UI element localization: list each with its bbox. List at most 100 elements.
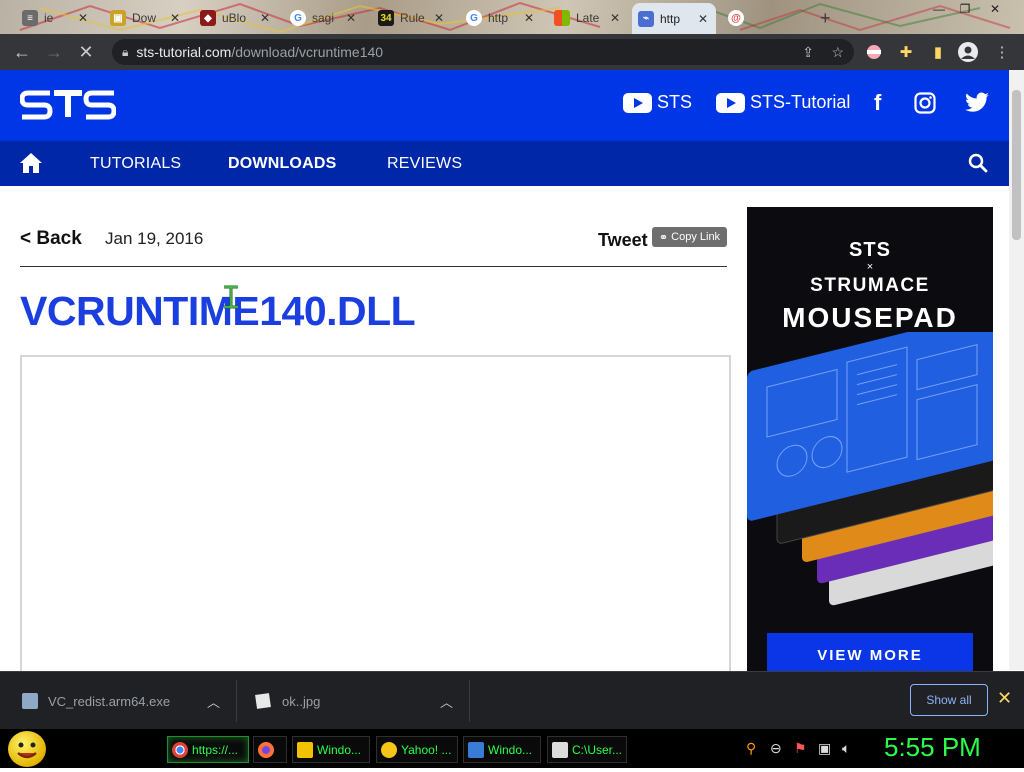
mousepad-image [747,332,993,606]
tab-strip: ≡ ie ✕ ▣ Dow ✕ ◆ uBlo ✕ G sagi ✕ 34 Rule… [0,0,1024,34]
show-all-downloads-button[interactable]: Show all [910,684,988,716]
download-options-chevron-icon[interactable]: ︿ [440,692,453,711]
site-header: STS STS-Tutorial f [0,70,1009,141]
browser-tab[interactable]: @ [722,4,752,32]
scrollbar-thumb[interactable] [1012,90,1021,240]
back-arrow-icon[interactable]: ← [8,38,36,66]
stop-loading-icon[interactable]: ✕ [72,38,100,66]
taskbar-item-window[interactable]: Windo... [463,736,541,763]
close-tab-icon[interactable]: ✕ [608,11,622,25]
maximize-button[interactable]: ❐ [952,0,978,18]
taskbar-item-7zip[interactable]: C:\User... [547,736,627,763]
minus-tray-icon[interactable]: ⊖ [770,740,782,757]
side-panel-icon[interactable]: ▮ [928,42,948,62]
youtube-sts-link[interactable]: STS [623,92,692,113]
close-window-button[interactable]: ✕ [982,0,1008,18]
download-separator [469,680,470,722]
google-icon: G [466,10,482,26]
installer-file-icon [22,693,38,709]
document-icon: ≡ [22,10,38,26]
share-icon[interactable]: ⇪ [802,44,814,61]
ad-banner[interactable]: STS × STRUMACE MOUSEPAD VIEW MORE [747,207,993,677]
folder-icon [297,741,313,758]
twitter-icon[interactable] [964,92,990,114]
download-item[interactable]: VC_redist.arm64.exe [22,684,170,718]
shield-icon: ◆ [200,10,216,26]
close-download-shelf-icon[interactable]: ✕ [997,688,1012,709]
post-date: Jan 19, 2016 [105,229,204,248]
taskbar-item-chrome[interactable]: https://... [167,736,249,763]
forward-arrow-icon[interactable]: → [40,38,68,66]
taskbar-item-yahoo[interactable]: Yahoo! ... [376,736,458,763]
start-button-smiley-icon[interactable] [8,731,46,767]
7zip-icon [552,741,568,758]
flag-tray-icon[interactable]: ⚑ [794,740,807,757]
system-clock[interactable]: 5:55 PM [884,732,981,763]
download-shelf: VC_redist.arm64.exe ︿ ok..jpg ︿ Show all… [0,671,1024,729]
browser-tab[interactable]: ◆ uBlo ✕ [194,4,278,32]
extension-flag-icon[interactable] [864,42,884,62]
nav-reviews[interactable]: REVIEWS [387,155,462,173]
bookmark-star-icon[interactable]: ☆ [831,44,844,61]
number-icon: 34 [378,10,394,26]
close-tab-icon[interactable]: ✕ [344,11,358,25]
browser-menu-icon[interactable]: ⋮ [992,42,1012,62]
nav-tutorials[interactable]: TUTORIALS [90,155,181,173]
box-icon: ▣ [110,10,126,26]
search-icon[interactable] [968,153,988,178]
nav-downloads[interactable]: DOWNLOADS [228,155,336,173]
browser-tab[interactable]: Late ✕ [548,4,628,32]
close-tab-icon[interactable]: ✕ [76,11,90,25]
lock-icon: 🔒︎ [122,44,129,59]
windows-icon [554,10,570,26]
download-options-chevron-icon[interactable]: ︿ [207,692,220,711]
taskbar-item-window[interactable]: Windo... [292,736,370,763]
window-icon [468,741,484,758]
yahoo-messenger-icon [381,741,397,758]
network-tray-icon[interactable]: ▣ [818,740,831,757]
browser-tab[interactable]: ≡ ie ✕ [16,4,96,32]
firefox-icon [258,741,274,758]
minimize-button[interactable]: — [926,0,952,18]
tweet-button[interactable]: Tweet [598,230,648,251]
youtube-sts-tutorial-link[interactable]: STS-Tutorial [716,92,850,113]
at-icon: @ [728,10,744,26]
close-tab-icon[interactable]: ✕ [258,11,272,25]
sts-logo[interactable] [19,90,117,120]
taskbar-item-firefox[interactable] [253,736,287,763]
address-bar[interactable]: 🔒︎ sts-tutorial.com/download/vcruntime14… [112,39,854,65]
browser-tab[interactable]: G http ✕ [460,4,542,32]
ad-sts-logo: STS [849,239,891,261]
close-tab-icon[interactable]: ✕ [432,11,446,25]
link-icon: ⚭ [658,231,669,244]
back-link[interactable]: < Back [20,228,82,250]
copy-link-button[interactable]: ⚭ Copy Link [652,227,727,247]
browser-tab[interactable]: ▣ Dow ✕ [104,4,188,32]
facebook-icon[interactable]: f [874,90,881,116]
home-icon[interactable] [19,152,43,179]
profile-avatar-icon[interactable] [958,42,978,62]
download-item[interactable]: ok..jpg [255,684,320,718]
download-separator [236,680,237,722]
toolbar: ← → ✕ 🔒︎ sts-tutorial.com/download/vcrun… [0,34,1024,70]
embedded-content-frame [20,355,731,685]
browser-tab[interactable]: G sagi ✕ [284,4,364,32]
search-tray-icon[interactable]: ⚲ [746,740,756,757]
page-scrollbar[interactable] [1009,70,1024,670]
close-tab-icon[interactable]: ✕ [168,11,182,25]
os-taskbar: https://... Windo... Yahoo! ... Windo...… [0,729,1024,768]
close-tab-icon[interactable]: ✕ [522,11,536,25]
instagram-icon[interactable] [914,92,936,114]
browser-tab[interactable]: 34 Rule ✕ [372,4,452,32]
ad-headline: MOUSEPAD [782,302,958,333]
youtube-icon [716,92,745,113]
volume-tray-icon[interactable]: 🔈︎ [842,740,850,757]
chrome-icon [172,741,188,758]
image-file-icon [255,693,271,709]
google-icon: G [290,10,306,26]
page-icon: ⌁ [638,10,654,27]
close-tab-icon[interactable]: ✕ [696,12,710,26]
browser-tab-active[interactable]: ⌁ http ✕ [632,3,716,34]
extensions-puzzle-icon[interactable]: ✚ [896,42,916,62]
new-tab-button[interactable]: + [814,4,838,32]
